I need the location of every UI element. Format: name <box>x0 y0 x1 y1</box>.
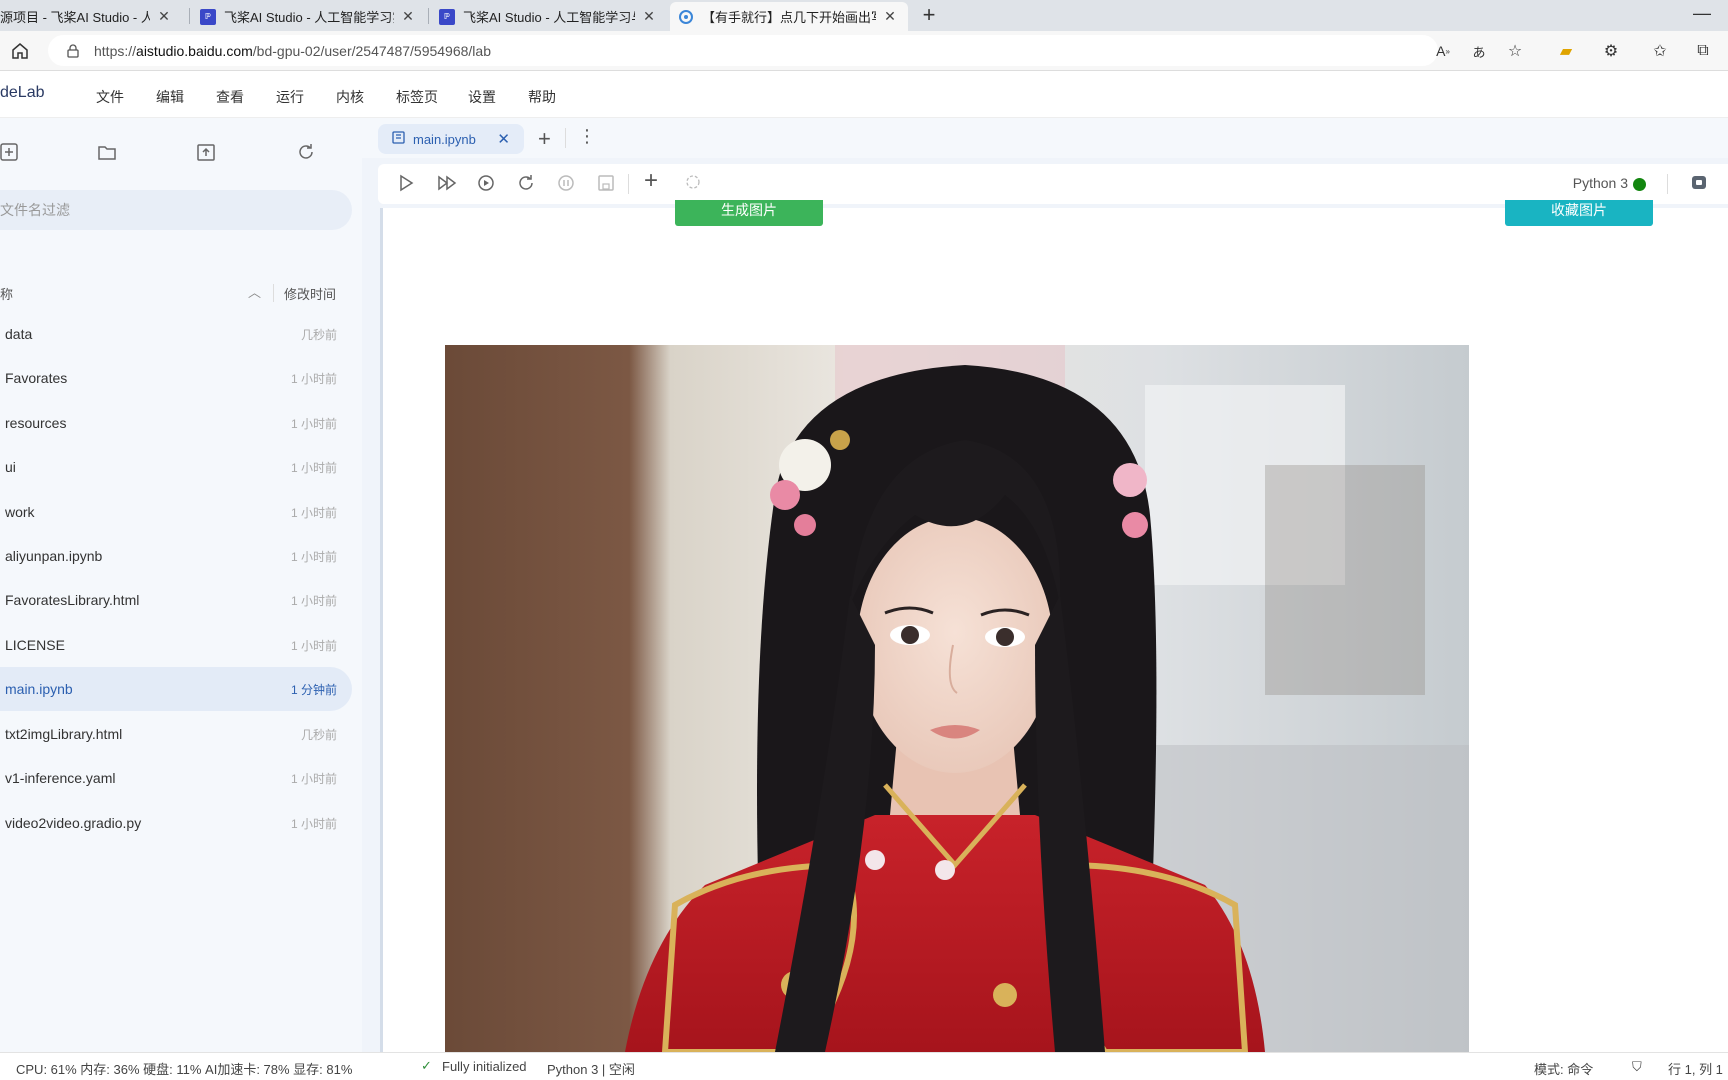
init-status[interactable]: Fully initialized <box>442 1059 527 1074</box>
file-row[interactable]: v1-inference.yaml 1 小时前 <box>0 756 352 800</box>
notebook-icon <box>392 131 405 147</box>
kernel-status[interactable]: Python 3 | 空闲 <box>547 1059 635 1078</box>
lock-icon <box>66 43 80 58</box>
menu-help[interactable]: 帮助 <box>528 87 556 107</box>
menu-view[interactable]: 查看 <box>216 87 244 107</box>
home-icon[interactable] <box>7 38 33 64</box>
generate-image-button[interactable]: 生成图片 <box>675 200 823 226</box>
document-tab-bar: main.ipynb ✕ + ⋮ <box>362 118 1728 158</box>
resource-usage: CPU: 61% 内存: 36% 硬盘: 11% AI加速卡: 78% 显存: … <box>16 1062 353 1077</box>
jupyter-menubar: deLab 文件 编辑 查看 运行 内核 标签页 设置 帮助 <box>0 72 1728 118</box>
file-row[interactable]: resources 1 小时前 <box>0 401 352 445</box>
generated-portrait-image <box>445 345 1469 1052</box>
mode-indicator[interactable]: 模式: 命令 <box>1534 1059 1593 1078</box>
save-icon[interactable] <box>596 173 618 195</box>
tab-divider <box>428 8 429 24</box>
main-area: main.ipynb ✕ + ⋮ + Python 3 生成图片 收藏图片 <box>362 118 1728 1052</box>
refresh-icon[interactable] <box>296 142 318 164</box>
extensions-puzzle-icon[interactable]: ⚙ <box>1598 38 1624 64</box>
url-field[interactable]: https://aistudio.baidu.com/bd-gpu-02/use… <box>48 35 1438 66</box>
kernel-name[interactable]: Python 3 <box>1573 175 1628 191</box>
menu-settings[interactable]: 设置 <box>468 87 496 107</box>
file-row[interactable]: LICENSE 1 小时前 <box>0 623 352 667</box>
new-folder-icon[interactable] <box>97 142 119 164</box>
add-tab-button[interactable]: + <box>538 126 551 152</box>
column-modified-header[interactable]: 修改时间 <box>284 284 336 303</box>
paddle-favicon-icon: ℙ <box>439 8 455 25</box>
close-icon[interactable]: ✕ <box>156 8 172 25</box>
app-logo: deLab <box>0 84 45 101</box>
tab-divider <box>189 8 190 24</box>
address-bar-row: https://aistudio.baidu.com/bd-gpu-02/use… <box>0 31 1728 71</box>
divider <box>628 174 629 194</box>
divider <box>565 128 566 148</box>
collections-icon[interactable]: ⧉ <box>1690 38 1716 64</box>
add-favorite-icon[interactable]: ☆ <box>1502 38 1528 64</box>
browser-tab-2[interactable]: ℙ 飞桨AI Studio - 人工智能学习实训 ✕ <box>192 2 426 31</box>
file-row[interactable]: video2video.gradio.py 1 小时前 <box>0 801 352 845</box>
kernel-status-icon <box>1633 178 1646 191</box>
new-tab-button[interactable]: + <box>915 2 943 30</box>
file-row[interactable]: work 1 小时前 <box>0 490 352 534</box>
close-tab-icon[interactable]: ✕ <box>497 130 510 148</box>
minimize-window-button[interactable]: — <box>1690 3 1714 27</box>
browser-tab-3[interactable]: ℙ 飞桨AI Studio - 人工智能学习与实 ✕ <box>431 2 667 31</box>
restart-kernel-icon[interactable] <box>516 173 538 195</box>
insert-cell-icon[interactable]: + <box>644 169 666 193</box>
column-name-header[interactable]: 称 <box>0 284 13 303</box>
initialized-icon: ✓ <box>421 1058 432 1073</box>
cursor-position[interactable]: 行 1, 列 1 <box>1668 1059 1723 1078</box>
interrupt-icon[interactable] <box>556 173 578 195</box>
translate-icon[interactable]: あ <box>1466 38 1492 64</box>
menu-tabs[interactable]: 标签页 <box>396 87 438 107</box>
file-row[interactable]: aliyunpan.ipynb 1 小时前 <box>0 534 352 578</box>
notebook-toolbar: + Python 3 <box>378 164 1728 204</box>
run-cell-icon[interactable] <box>396 173 418 195</box>
shield-icon[interactable]: ⛉ <box>1632 1059 1642 1075</box>
tab-main-ipynb[interactable]: main.ipynb ✕ <box>378 124 524 154</box>
more-options-icon[interactable]: ⋮ <box>578 126 596 147</box>
file-browser: 按文件名过滤 称 ︿ 修改时间 data几秒前 Favorates1 小时前 r… <box>0 118 362 1052</box>
notebook-cell-output: 生成图片 收藏图片 <box>380 200 1728 1052</box>
browser-tab-1[interactable]: 源项目 - 飞桨AI Studio - 人工智 ✕ <box>0 2 182 31</box>
favorite-image-button[interactable]: 收藏图片 <box>1505 200 1653 226</box>
close-icon[interactable]: ✕ <box>400 8 416 25</box>
page-favicon-icon <box>678 9 694 25</box>
paddle-favicon-icon: ℙ <box>200 8 216 25</box>
url-host: aistudio.baidu.com <box>136 42 253 59</box>
status-bar: CPU: 61% 内存: 36% 硬盘: 11% AI加速卡: 78% 显存: … <box>0 1052 1728 1080</box>
url-path: /bd-gpu-02/user/2547487/5954968/lab <box>252 42 491 59</box>
file-list-header: 称 ︿ 修改时间 <box>0 282 362 304</box>
menu-file[interactable]: 文件 <box>96 87 124 107</box>
url-scheme: https:// <box>94 42 137 59</box>
file-row[interactable]: data 几秒前 <box>0 312 352 356</box>
menu-edit[interactable]: 编辑 <box>156 87 184 107</box>
divider <box>1667 174 1668 194</box>
generate-label: 生成图片 <box>721 202 777 218</box>
kernel-lock-icon[interactable] <box>1690 173 1712 195</box>
file-row[interactable]: ui 1 小时前 <box>0 445 352 489</box>
menu-kernel[interactable]: 内核 <box>336 87 364 107</box>
read-aloud-icon[interactable]: A» <box>1430 38 1456 64</box>
cell-type-icon[interactable] <box>684 173 706 195</box>
close-icon[interactable]: ✕ <box>641 8 657 25</box>
chevron-up-icon[interactable]: ︿ <box>248 282 261 301</box>
upload-icon[interactable] <box>196 142 218 164</box>
restart-run-icon[interactable] <box>476 173 498 195</box>
run-all-icon[interactable] <box>436 173 458 195</box>
new-launcher-icon[interactable] <box>0 142 22 164</box>
file-row-selected[interactable]: main.ipynb 1 分钟前 <box>0 667 352 711</box>
file-filter-input[interactable]: 按文件名过滤 <box>0 190 352 230</box>
browser-tab-strip: 源项目 - 飞桨AI Studio - 人工智 ✕ ℙ 飞桨AI Studio … <box>0 0 1728 31</box>
file-row[interactable]: Favorates 1 小时前 <box>0 356 352 400</box>
file-row[interactable]: FavoratesLibrary.html 1 小时前 <box>0 578 352 622</box>
extension-icon[interactable]: ▰ <box>1553 38 1579 64</box>
menu-run[interactable]: 运行 <box>276 87 304 107</box>
favorite-label: 收藏图片 <box>1551 202 1607 218</box>
favorites-icon[interactable]: ✩ <box>1647 38 1673 64</box>
file-row[interactable]: txt2imgLibrary.html 几秒前 <box>0 712 352 756</box>
close-icon[interactable]: ✕ <box>882 8 898 25</box>
browser-tab-4[interactable]: 【有手就行】点几下开始画出写真 ✕ <box>670 2 908 31</box>
column-divider <box>273 284 274 302</box>
